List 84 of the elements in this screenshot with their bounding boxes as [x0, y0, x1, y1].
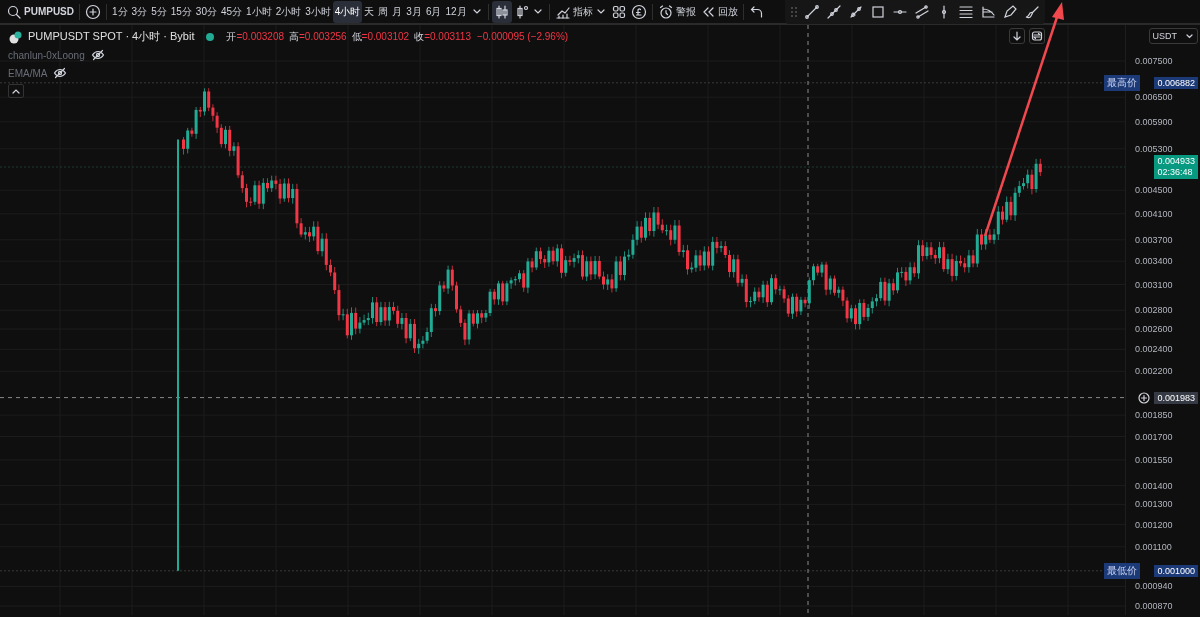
price-label: 0.006882 — [1154, 76, 1198, 89]
grid-icon — [610, 3, 627, 20]
price-tag: 最高价 — [1104, 74, 1140, 91]
interval-tab[interactable]: 5分 — [149, 0, 169, 23]
horizontal-lines-icon[interactable] — [958, 4, 974, 20]
price-label: 0.001000 — [1154, 564, 1198, 577]
eye-hidden-icon[interactable] — [53, 66, 68, 80]
interval-tab[interactable]: 3小时 — [303, 0, 333, 23]
rectangle-icon[interactable] — [870, 4, 886, 20]
price-tick: 0.004100 — [1135, 208, 1173, 219]
interval-tab[interactable]: 3月 — [404, 0, 424, 23]
fibonacci-icon[interactable] — [980, 4, 996, 20]
price-tick: 0.001100 — [1135, 541, 1172, 552]
price-tick: 0.003100 — [1135, 279, 1173, 290]
status-dot — [206, 32, 215, 41]
ohlc-value: 收=0.003113 — [414, 29, 471, 44]
price-tick: 0.001300 — [1135, 499, 1173, 510]
price-tag: 最低价 — [1104, 562, 1140, 579]
alert-button[interactable]: 警报 — [655, 0, 698, 23]
price-label: 0.001983 — [1154, 391, 1198, 404]
symbol-title: PUMPUSDT SPOT · 4小时 · Bybit — [28, 29, 195, 44]
alarm-clock-icon — [657, 3, 674, 20]
price-tick: 0.004500 — [1135, 185, 1173, 196]
price-tick: 0.002200 — [1135, 366, 1173, 377]
interval-tab[interactable]: 30分 — [193, 0, 219, 23]
plus-circle-icon[interactable] — [1138, 391, 1150, 404]
brush-icon[interactable] — [1024, 4, 1040, 20]
interval-tab[interactable]: 12月 — [443, 0, 469, 23]
price-tick: 0.003700 — [1135, 234, 1173, 245]
ohlc-value: 高=0.003256 — [289, 29, 347, 44]
interval-tab[interactable]: 天 — [362, 0, 377, 23]
candles-icon — [493, 3, 510, 20]
price-label: 0.004933 02:36:48 — [1154, 155, 1198, 179]
candles-button[interactable] — [491, 0, 512, 23]
scroll-down-button[interactable] — [1009, 28, 1025, 44]
price-tick: 0.001550 — [1135, 454, 1173, 465]
price-tick: 0.000940 — [1135, 581, 1173, 592]
ohlc-value: 低=0.003102 — [351, 29, 410, 44]
sync-icon — [1031, 30, 1043, 42]
indicator-name: EMA/MA — [8, 67, 48, 79]
price-tick: 0.006500 — [1135, 92, 1173, 103]
replay-button[interactable]: 回放 — [697, 0, 740, 23]
price-tick: 0.005900 — [1135, 116, 1173, 127]
interval-tab[interactable]: 2小时 — [273, 0, 304, 23]
price-tick: 0.002400 — [1135, 344, 1173, 355]
price-change: −0.000095 (−2.96%) — [476, 31, 569, 42]
coin-logo-icon — [8, 29, 22, 44]
extended-line-icon[interactable] — [848, 4, 864, 20]
interval-tab[interactable]: 4小时 — [332, 0, 363, 23]
arrow-down-icon — [1011, 30, 1023, 42]
price-tick: 0.001400 — [1135, 480, 1173, 491]
parallel-channel-icon[interactable] — [914, 4, 930, 20]
search-icon — [6, 3, 22, 20]
sync-button[interactable] — [1029, 28, 1045, 44]
price-tick: 0.001700 — [1135, 431, 1173, 442]
interval-tab[interactable]: 1小时 — [244, 0, 274, 23]
plus-circle-icon — [85, 3, 101, 20]
price-tick: 0.000870 — [1135, 601, 1173, 611]
collapse-button[interactable] — [8, 84, 24, 98]
interval-tab[interactable]: 15分 — [168, 0, 194, 23]
symbol-search[interactable]: PUMPUSD — [4, 3, 76, 20]
indicator-name: chanlun-0xLoong — [8, 49, 85, 61]
eye-hidden-icon[interactable] — [90, 48, 105, 62]
interval-tab[interactable]: 45分 — [218, 0, 245, 23]
drag-handle-icon[interactable] — [790, 4, 798, 20]
price-tick: 0.007500 — [1135, 56, 1173, 66]
price-tick: 0.001850 — [1135, 410, 1173, 421]
price-tick: 0.003400 — [1135, 256, 1173, 267]
interval-tab[interactable]: 6月 — [423, 0, 444, 23]
ray-line-icon[interactable] — [826, 4, 842, 20]
interval-tab[interactable]: 1分 — [110, 0, 130, 23]
currency-dropdown[interactable]: USDT — [1148, 28, 1198, 44]
pen-icon[interactable] — [1002, 4, 1018, 20]
interval-tab[interactable]: 3分 — [129, 0, 150, 23]
price-tick: 0.005300 — [1135, 143, 1173, 154]
price-tick: 0.002800 — [1135, 305, 1173, 316]
coin-icon — [630, 3, 647, 20]
ohlc-value: 开=0.003208 — [226, 29, 285, 44]
interval-tab[interactable]: 周 — [376, 0, 391, 23]
trend-line-icon[interactable] — [804, 4, 820, 20]
price-tick: 0.002600 — [1135, 324, 1173, 334]
price-tick: 0.001200 — [1135, 519, 1173, 530]
interval-tab[interactable]: 月 — [390, 0, 405, 23]
indicators-button[interactable]: 指标 — [552, 0, 609, 23]
